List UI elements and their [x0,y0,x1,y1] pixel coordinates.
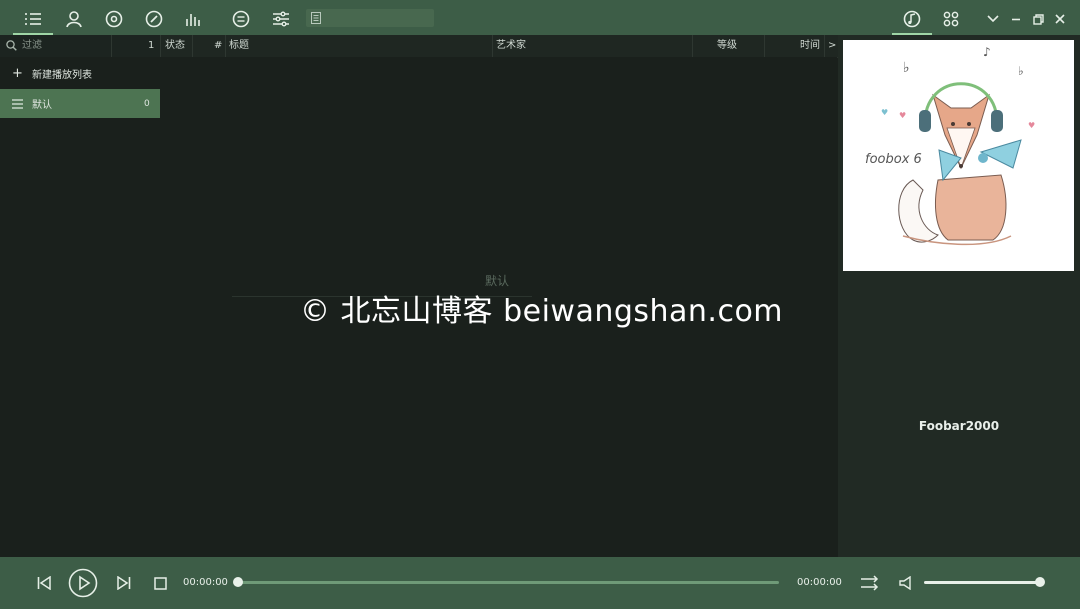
column-divider [225,35,226,57]
shuffle-icon [861,575,879,591]
cover-text: foobox 6 [865,152,922,167]
lyrics-view-button[interactable] [228,6,254,32]
playlist-sidebar: + 新建播放列表 默认 0 [0,57,160,557]
column-title[interactable]: 标题 [229,35,249,57]
column-divider [692,35,693,57]
playlist-header-row: 过滤 1 状态 # 标题 艺术家 等级 时间 > [0,35,838,58]
svg-text:♥: ♥ [1028,121,1035,130]
playlist-view-button[interactable] [13,6,53,36]
sliders-icon [273,11,289,27]
playlist-filter[interactable]: 过滤 1 [0,35,160,57]
column-more-button[interactable]: > [828,35,836,57]
column-divider [160,35,161,57]
restore-button[interactable] [1026,6,1050,32]
lyrics-icon [232,10,250,28]
search-input[interactable] [306,9,434,27]
album-view-button[interactable] [101,6,127,32]
column-divider [192,35,193,57]
playback-order-button[interactable] [858,572,882,594]
plus-icon: + [12,66,23,81]
stop-button[interactable] [150,573,170,593]
total-time: 00:00:00 [797,577,842,588]
seek-bar[interactable] [238,581,779,584]
new-playlist-label: 新建播放列表 [32,70,92,81]
previous-button[interactable] [34,573,54,593]
column-divider [111,35,112,57]
close-icon [1055,14,1065,24]
elapsed-time: 00:00:00 [183,577,228,588]
fox-illustration: ♭ ♭ ♪ ♥ ♥ ♥ foobox 6 [865,45,1035,246]
album-icon [105,10,123,28]
svg-text:♭: ♭ [1018,64,1024,78]
mute-button[interactable] [896,573,916,593]
skip-previous-icon [37,576,51,590]
grid-icon [943,11,959,27]
volume-icon [898,576,911,590]
column-time[interactable]: 时间 [800,35,820,57]
play-icon [68,568,98,598]
playback-bar: 00:00:00 00:00:00 [0,557,1080,609]
now-playing-panel: ♭ ♭ ♪ ♥ ♥ ♥ foobox 6 Foobar2000 [838,35,1080,557]
album-cover[interactable]: ♭ ♭ ♪ ♥ ♥ ♥ foobox 6 [843,40,1074,271]
dashboard-icon [145,10,163,28]
close-button[interactable] [1048,6,1072,32]
stop-icon [153,576,167,590]
column-rating[interactable]: 等级 [717,35,737,57]
top-toolbar [0,0,1080,36]
track-name: Foobar2000 [918,419,1000,433]
stats-view-button[interactable] [141,6,167,32]
artist-icon [66,11,82,28]
filter-count: 1 [148,40,155,51]
artist-view-button[interactable] [61,6,87,32]
minimize-button[interactable] [1004,6,1028,32]
skip-next-icon [117,576,131,590]
new-playlist-button[interactable]: + 新建播放列表 [0,59,160,88]
column-number[interactable]: # [214,35,222,57]
music-note-icon [903,10,921,28]
search-icon [6,40,17,51]
layout-button[interactable] [938,6,964,32]
minimize-icon [1012,18,1020,21]
equalizer-icon [186,14,200,26]
filter-input[interactable]: 过滤 [22,35,42,57]
svg-text:♪: ♪ [983,45,991,59]
list-icon [12,98,23,109]
document-icon [311,12,321,24]
volume-slider[interactable] [924,581,1040,584]
column-divider [824,35,825,57]
seek-handle[interactable] [233,577,243,587]
watermark-text: © 北忘山博客 beiwangshan.com [300,294,784,329]
visualizer-view-button[interactable] [181,6,207,32]
playlist-item-default[interactable]: 默认 0 [0,89,160,118]
svg-text:♥: ♥ [899,111,906,120]
next-button[interactable] [114,573,134,593]
svg-text:♥: ♥ [881,108,888,117]
now-playing-button[interactable] [892,6,932,36]
chevron-down-icon [987,15,999,23]
column-status[interactable]: 状态 [165,35,185,57]
column-divider [764,35,765,57]
settings-view-button[interactable] [268,6,294,32]
column-artist[interactable]: 艺术家 [496,35,526,57]
playlist-name: 默认 [32,100,52,111]
restore-icon [1032,13,1044,25]
playlist-count: 0 [144,98,150,109]
volume-handle[interactable] [1035,577,1045,587]
list-icon [25,13,41,25]
play-button[interactable] [67,567,99,599]
svg-text:♭: ♭ [903,60,910,76]
menu-button[interactable] [981,6,1005,32]
column-divider [492,35,493,57]
